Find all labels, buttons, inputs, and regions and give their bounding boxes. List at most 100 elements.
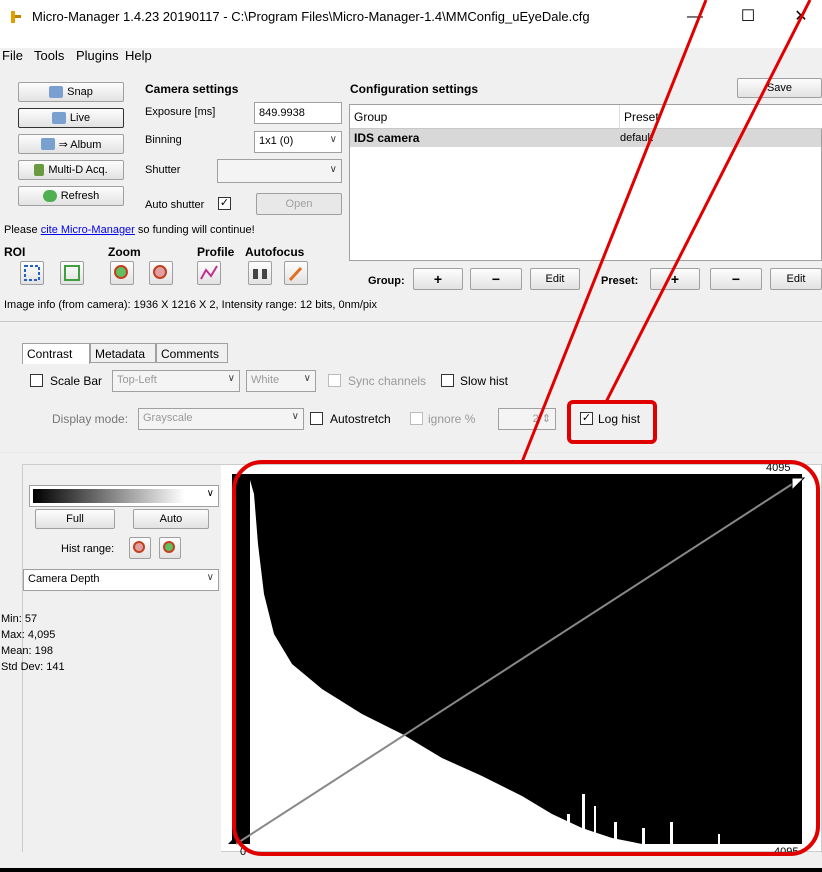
roi-rect-icon	[24, 265, 40, 281]
menu-file[interactable]: File	[2, 48, 23, 63]
hist-range-zoom-out-button[interactable]	[129, 537, 151, 559]
sync-channels-label: Sync channels	[348, 374, 427, 388]
hist-range-label: Hist range:	[61, 543, 115, 555]
roi-clear-button[interactable]	[60, 261, 84, 285]
scale-bar-checkbox[interactable]	[30, 374, 43, 387]
camera-icon	[40, 138, 55, 150]
ignore-percent-label: ignore %	[428, 412, 476, 426]
scale-bar-color-select[interactable]: White ∨	[246, 370, 316, 392]
minimize-button[interactable]: —	[680, 4, 710, 30]
menu-bar: File Tools Plugins Help	[0, 48, 822, 68]
autofocus-button[interactable]	[248, 261, 272, 285]
column-header-preset[interactable]: Preset	[620, 105, 822, 129]
autostretch-checkbox[interactable]	[310, 412, 323, 425]
tab-metadata[interactable]: Metadata	[90, 343, 156, 363]
chevron-down-icon: ∨	[206, 488, 214, 499]
group-add-button[interactable]: +	[413, 268, 463, 290]
title-bar: Micro-Manager 1.4.23 20190117 - C:\Progr…	[0, 0, 822, 34]
display-mode-select[interactable]: Grayscale ∨	[138, 408, 304, 430]
live-button[interactable]: Live	[18, 108, 124, 128]
maximize-button[interactable]: ☐	[733, 4, 763, 30]
binning-select[interactable]: 1x1 (0) ∨	[254, 131, 342, 153]
ignore-percent-checkbox[interactable]	[410, 412, 423, 425]
roi-set-button[interactable]	[20, 261, 44, 285]
chevron-down-icon: ∨	[329, 134, 337, 145]
chevron-down-icon: ∨	[291, 411, 299, 422]
log-hist-checkbox[interactable]: ✓	[580, 412, 593, 425]
video-camera-icon	[51, 112, 66, 124]
axis-max-label: 4095	[774, 846, 798, 858]
ignore-percent-spinner[interactable]: 2 ⇕	[498, 408, 556, 430]
exposure-field[interactable]	[254, 102, 342, 124]
zoom-in-icon	[163, 541, 175, 553]
grayscale-gradient	[33, 489, 185, 503]
lut-select[interactable]: ∨	[29, 485, 219, 507]
profile-chart-icon	[200, 265, 218, 280]
bit-depth-select[interactable]: Camera Depth ∨	[23, 569, 219, 591]
axis-min-label: 0	[240, 846, 246, 858]
auto-button[interactable]: Auto	[133, 509, 209, 529]
open-shutter-button[interactable]: Open	[256, 193, 342, 215]
autostretch-label: Autostretch	[330, 412, 391, 426]
scale-bar-label: Scale Bar	[50, 374, 103, 388]
zoom-in-button[interactable]	[110, 261, 134, 285]
snap-button[interactable]: Snap	[18, 82, 124, 102]
chevron-down-icon: ∨	[227, 373, 235, 384]
group-label: Group:	[368, 275, 405, 287]
row-preset-cell[interactable]: default	[616, 129, 653, 147]
micro-manager-icon	[11, 11, 21, 23]
chevron-down-icon: ∨	[303, 373, 311, 384]
camera-icon	[49, 86, 64, 98]
image-info: Image info (from camera): 1936 X 1216 X …	[4, 299, 377, 311]
stat-mean: Mean: 198	[1, 645, 53, 657]
zoom-heading: Zoom	[108, 245, 141, 259]
spinner-arrows-icon: ⇕	[541, 413, 551, 425]
display-mode-label: Display mode:	[52, 412, 129, 426]
cite-text: Please cite Micro-Manager so funding wil…	[4, 224, 255, 236]
menu-tools[interactable]: Tools	[34, 48, 64, 63]
album-button[interactable]: ⇒ Album	[18, 134, 124, 154]
cite-link[interactable]: cite Micro-Manager	[41, 224, 135, 236]
binning-label: Binning	[145, 134, 182, 146]
line-profile-button[interactable]	[197, 261, 221, 285]
refresh-icon	[42, 190, 57, 202]
preset-remove-button[interactable]: −	[710, 268, 762, 290]
refresh-button[interactable]: Refresh	[18, 186, 124, 206]
preset-edit-button[interactable]: Edit	[770, 268, 822, 290]
autofocus-settings-button[interactable]	[284, 261, 308, 285]
hist-range-zoom-in-button[interactable]	[159, 537, 181, 559]
stat-min: Min: 57	[1, 613, 38, 625]
multi-d-acq-button[interactable]: Multi-D Acq.	[18, 160, 124, 180]
chevron-down-icon: ∨	[329, 164, 337, 175]
histogram-graph[interactable]: 0 4095	[222, 474, 822, 858]
table-row[interactable]: IDS camera default	[350, 129, 821, 147]
camera-settings-heading: Camera settings	[145, 82, 239, 96]
close-button[interactable]: ✕	[786, 4, 816, 30]
sync-channels-checkbox[interactable]	[328, 374, 341, 387]
shutter-select[interactable]: ∨	[217, 159, 342, 183]
zoom-out-icon	[133, 541, 145, 553]
zoom-out-button[interactable]	[149, 261, 173, 285]
wrench-icon	[288, 266, 303, 282]
menu-help[interactable]: Help	[125, 48, 152, 63]
log-hist-label: Log hist	[598, 412, 641, 426]
stat-std-dev: Std Dev: 141	[1, 661, 65, 673]
preset-add-button[interactable]: +	[650, 268, 700, 290]
save-config-button[interactable]: Save	[737, 78, 822, 98]
slow-hist-checkbox[interactable]	[441, 374, 454, 387]
micro-manager-window: Micro-Manager 1.4.23 20190117 - C:\Progr…	[0, 0, 822, 868]
auto-shutter-checkbox[interactable]: ✓	[218, 197, 231, 210]
tab-comments[interactable]: Comments	[156, 343, 228, 363]
menu-plugins[interactable]: Plugins	[76, 48, 119, 63]
full-button[interactable]: Full	[35, 509, 115, 529]
group-remove-button[interactable]: −	[470, 268, 522, 290]
window-title: Micro-Manager 1.4.23 20190117 - C:\Progr…	[32, 9, 590, 24]
tab-contrast[interactable]: Contrast	[22, 343, 90, 364]
row-group-cell: IDS camera	[354, 131, 420, 145]
column-header-group[interactable]: Group	[350, 105, 620, 129]
scale-bar-position-select[interactable]: Top-Left ∨	[112, 370, 240, 392]
histogram-controls: ∨ Full Auto Hist range: Camera Depth ∨ M…	[1, 465, 221, 853]
exposure-label: Exposure [ms]	[145, 106, 216, 118]
group-edit-button[interactable]: Edit	[530, 268, 580, 290]
film-icon	[34, 164, 45, 176]
